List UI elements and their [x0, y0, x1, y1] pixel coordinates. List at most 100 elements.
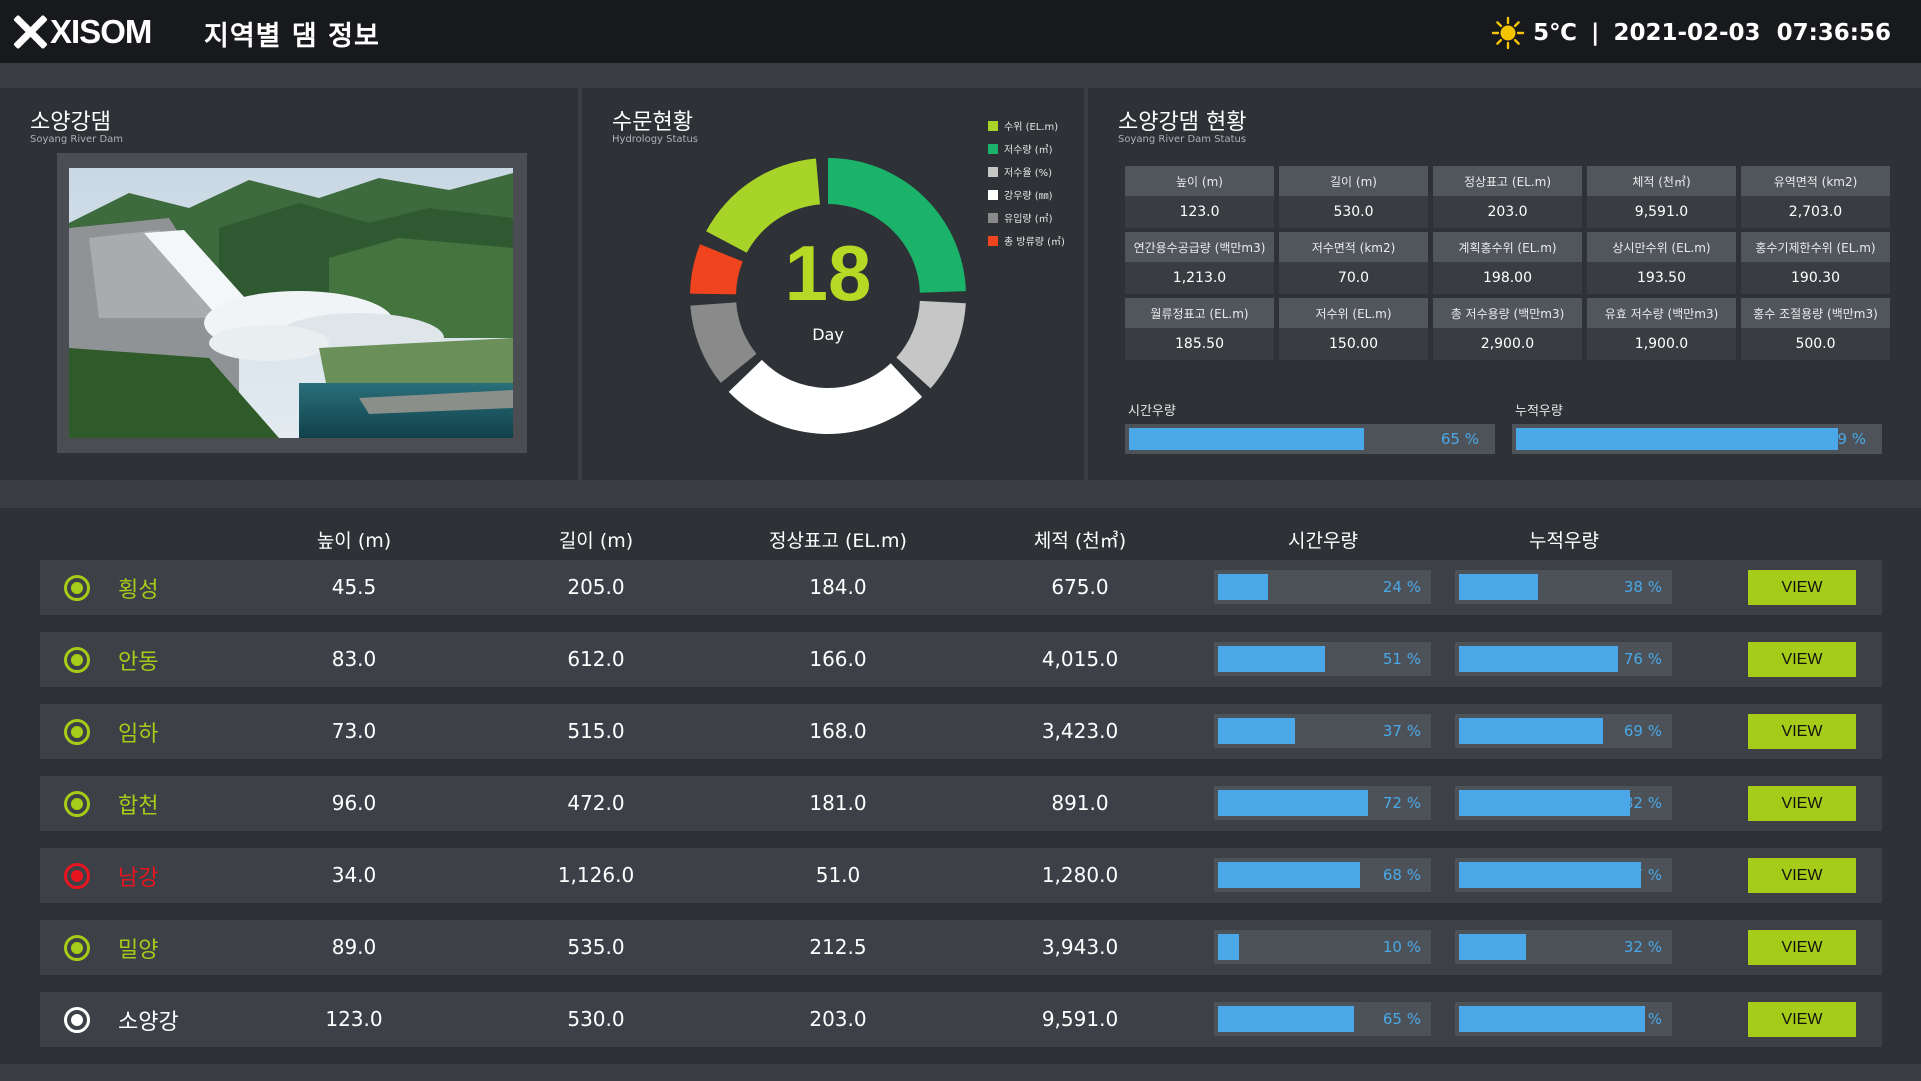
spec-cell: 상시만수위 (EL.m) 193.50 — [1587, 232, 1736, 294]
cell-crest: 168.0 — [809, 719, 867, 743]
spec-value: 500.0 — [1741, 328, 1890, 360]
bar-fill — [1218, 790, 1369, 816]
spec-cell: 저수면적 (km2) 70.0 — [1279, 232, 1428, 294]
temperature: 5℃ — [1533, 20, 1578, 46]
spec-value: 190.30 — [1741, 262, 1890, 294]
spec-cell: 유역면적 (km2) 2,703.0 — [1741, 166, 1890, 228]
cell-height: 89.0 — [331, 935, 377, 959]
dam-name[interactable]: 횡성 — [118, 572, 158, 604]
spec-value: 9,591.0 — [1587, 196, 1736, 228]
table-row[interactable]: 소양강 123.0 530.0 203.0 9,591.0 65 % 89 % VIEW — [40, 992, 1882, 1047]
table-row[interactable]: 합천 96.0 472.0 181.0 891.0 72 % 82 % VIEW — [40, 776, 1882, 831]
cell-crest: 51.0 — [815, 863, 861, 887]
view-button[interactable]: VIEW — [1748, 570, 1856, 605]
legend-item: 저수율 (%) — [988, 160, 1065, 183]
spec-label: 총 저수용량 (백만m3) — [1433, 298, 1582, 328]
cumulative-rain-percent: 89 % — [1827, 430, 1866, 448]
status-indicator-core — [71, 870, 83, 882]
view-button[interactable]: VIEW — [1748, 714, 1856, 749]
bar-fill — [1218, 646, 1325, 672]
view-button[interactable]: VIEW — [1748, 1002, 1856, 1037]
hydrology-panel: 수문현황 Hydrology Status 18 Day 수위 (EL.m) 저수… — [582, 88, 1084, 480]
legend-label: 총 방류량 (㎥) — [1004, 237, 1065, 248]
donut-center-value: 18 — [785, 229, 872, 317]
cumulative-rain-fill — [1516, 428, 1839, 450]
spec-cell: 유효 저수량 (백만m3) 1,900.0 — [1587, 298, 1736, 360]
spec-label: 상시만수위 (EL.m) — [1587, 232, 1736, 262]
bar-percent: 32 % — [1623, 938, 1662, 956]
cell-volume: 4,015.0 — [1041, 647, 1119, 671]
bar-percent: 24 % — [1382, 578, 1421, 596]
column-header-cumulative-rain: 누적우량 — [1529, 530, 1599, 552]
cumulative-rain-bar: 38 % — [1455, 570, 1672, 604]
spec-label: 연간용수공급량 (백만m3) — [1125, 232, 1274, 262]
bar-percent: 87 % — [1623, 866, 1662, 884]
legend-swatch — [988, 120, 998, 131]
table-row[interactable]: 횡성 45.5 205.0 184.0 675.0 24 % 38 % VIEW — [40, 560, 1882, 615]
bar-percent: 69 % — [1623, 722, 1662, 740]
logo-text: XISOM — [50, 13, 152, 50]
bar-percent: 82 % — [1623, 794, 1662, 812]
view-button[interactable]: VIEW — [1748, 786, 1856, 821]
status-indicator-core — [71, 942, 83, 954]
cell-height: 34.0 — [331, 863, 377, 887]
table-row[interactable]: 안동 83.0 612.0 166.0 4,015.0 51 % 76 % VIEW — [40, 632, 1882, 687]
dam-list-table: 높이 (m) 길이 (m) 정상표고 (EL.m) 체적 (천㎥) 시간우량 누… — [0, 508, 1921, 1064]
table-row[interactable]: 임하 73.0 515.0 168.0 3,423.0 37 % 69 % VIEW — [40, 704, 1882, 759]
panel-subtitle: Hydrology Status — [612, 134, 699, 145]
spec-cell: 체적 (천㎥) 9,591.0 — [1587, 166, 1736, 228]
legend-swatch — [988, 235, 998, 246]
status-indicator-icon — [64, 647, 90, 673]
column-header-volume: 체적 (천㎥) — [1033, 530, 1127, 552]
spec-label: 저수위 (EL.m) — [1279, 298, 1428, 328]
xisom-logo[interactable]: XISOM — [12, 13, 152, 50]
bar-fill — [1218, 574, 1269, 600]
cell-length: 472.0 — [567, 791, 625, 815]
dam-name[interactable]: 합천 — [118, 788, 158, 820]
spec-value: 123.0 — [1125, 196, 1274, 228]
cumulative-rain-bar: 82 % — [1455, 786, 1672, 820]
dam-name[interactable]: 밀양 — [118, 932, 158, 964]
dam-name[interactable]: 안동 — [118, 644, 158, 676]
table-row[interactable]: 남강 34.0 1,126.0 51.0 1,280.0 68 % 87 % VIEW — [40, 848, 1882, 903]
bar-percent: 72 % — [1382, 794, 1421, 812]
status-indicator-icon — [64, 719, 90, 745]
spec-value: 193.50 — [1587, 262, 1736, 294]
bar-percent: 89 % — [1623, 1010, 1662, 1028]
status-indicator-icon — [64, 863, 90, 889]
table-row[interactable]: 밀양 89.0 535.0 212.5 3,943.0 10 % 32 % VIEW — [40, 920, 1882, 975]
spec-label: 유효 저수량 (백만m3) — [1587, 298, 1736, 328]
status-indicator-core — [71, 1014, 83, 1026]
spec-cell: 저수위 (EL.m) 150.00 — [1279, 298, 1428, 360]
dam-name[interactable]: 임하 — [118, 716, 158, 748]
spec-label: 길이 (m) — [1279, 166, 1428, 196]
bar-percent: 37 % — [1382, 722, 1421, 740]
view-button[interactable]: VIEW — [1748, 930, 1856, 965]
legend-item: 강우량 (㎜) — [988, 183, 1065, 206]
column-header-height: 높이 (m) — [316, 530, 392, 552]
cell-length: 535.0 — [567, 935, 625, 959]
legend-label: 강우량 (㎜) — [1004, 191, 1053, 202]
status-indicator-icon — [64, 935, 90, 961]
legend-label: 저수량 (㎥) — [1004, 145, 1053, 156]
cell-length: 612.0 — [567, 647, 625, 671]
spec-grid-row: 높이 (m) 123.0 길이 (m) 530.0 정상표고 (EL.m) 203.0 체적… — [1125, 166, 1893, 228]
spec-cell: 홍수기제한수위 (EL.m) 190.30 — [1741, 232, 1890, 294]
view-button[interactable]: VIEW — [1748, 642, 1856, 677]
bar-fill — [1218, 718, 1296, 744]
cell-length: 1,126.0 — [557, 863, 635, 887]
cell-volume: 3,423.0 — [1041, 719, 1119, 743]
hourly-rain-bar: 65 % — [1214, 1002, 1431, 1036]
cell-length: 530.0 — [567, 1007, 625, 1031]
cumulative-rain-bar: 76 % — [1455, 642, 1672, 676]
cell-height: 123.0 — [325, 1007, 383, 1031]
legend-item: 수위 (EL.m) — [988, 114, 1065, 137]
page-title: 지역별 댐 정보 — [204, 21, 380, 52]
spec-label: 월류정표고 (EL.m) — [1125, 298, 1274, 328]
photo-frame — [57, 153, 527, 453]
dam-name[interactable]: 남강 — [118, 860, 158, 892]
dam-name[interactable]: 소양강 — [118, 1004, 179, 1036]
legend-swatch — [988, 143, 998, 154]
view-button[interactable]: VIEW — [1748, 858, 1856, 893]
status-indicator-core — [71, 726, 83, 738]
